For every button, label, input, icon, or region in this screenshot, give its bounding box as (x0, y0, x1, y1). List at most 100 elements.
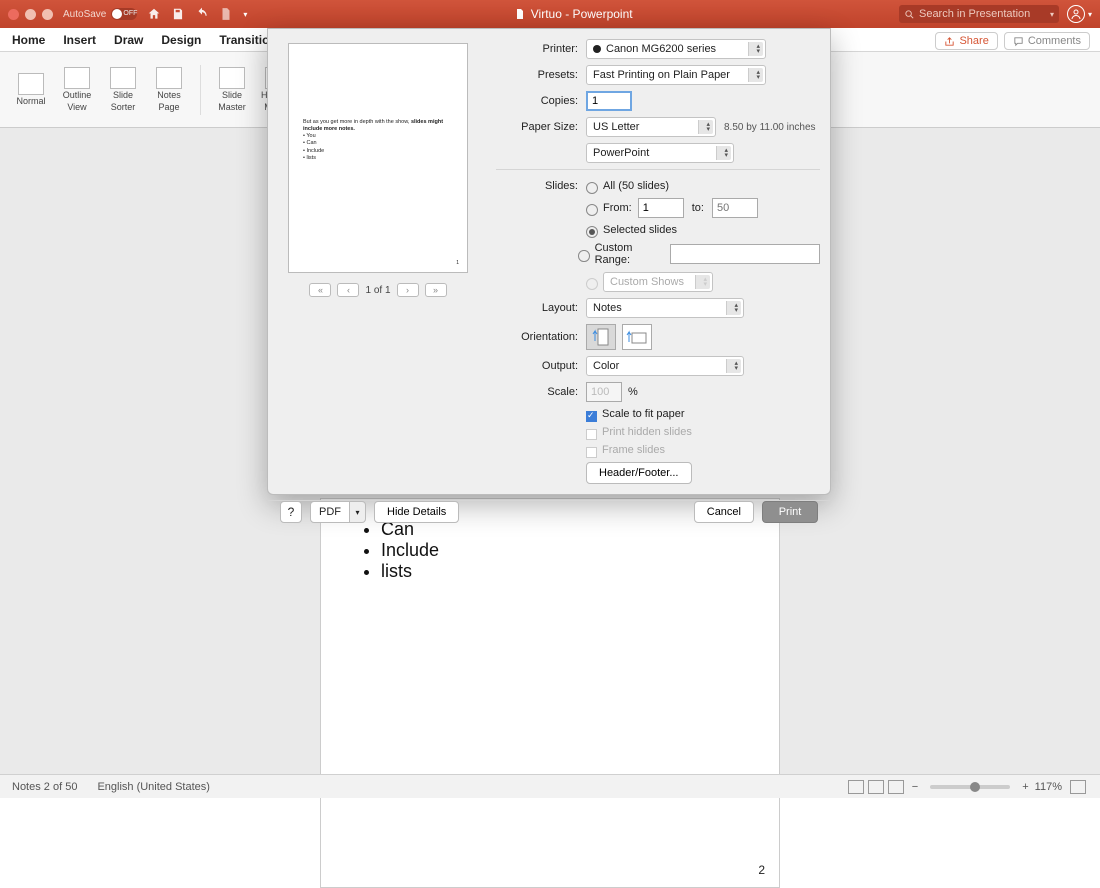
zoom-level[interactable]: 117% (1035, 781, 1062, 793)
view-mode-sorter-icon[interactable] (868, 780, 884, 794)
layout-select[interactable]: Notes▴▾ (586, 298, 744, 318)
chevron-down-icon[interactable]: ▾ (350, 501, 366, 523)
cancel-button[interactable]: Cancel (694, 501, 754, 523)
comments-button[interactable]: Comments (1004, 32, 1090, 50)
custom-range-input[interactable] (670, 244, 820, 264)
checkbox-scale-fit[interactable] (586, 411, 597, 422)
layout-label: Layout: (496, 302, 578, 314)
search-input[interactable]: Search in Presentation ▾ (899, 5, 1059, 23)
presets-select[interactable]: Fast Printing on Plain Paper▴▾ (586, 65, 766, 85)
tab-home[interactable]: Home (12, 33, 45, 47)
print-button[interactable]: Print (762, 501, 818, 523)
next-page-button[interactable]: › (397, 283, 419, 297)
preview-page: But as you get more in depth with the sh… (288, 43, 468, 273)
prev-page-button[interactable]: ‹ (337, 283, 359, 297)
autosave-toggle[interactable]: AutoSave OFF (63, 8, 137, 20)
checkbox-hidden (586, 429, 597, 440)
paper-size-label: Paper Size: (496, 121, 578, 133)
presets-label: Presets: (496, 69, 578, 81)
landscape-icon (626, 328, 648, 346)
from-label: From: (603, 202, 632, 214)
output-label: Output: (496, 360, 578, 372)
preview-pager: « ‹ 1 of 1 › » (309, 283, 446, 297)
printer-select[interactable]: Canon MG6200 series▴▾ (586, 39, 766, 59)
orientation-landscape[interactable] (622, 324, 652, 350)
orientation-label: Orientation: (496, 331, 578, 343)
home-icon[interactable] (147, 7, 161, 21)
tab-insert[interactable]: Insert (63, 33, 96, 47)
document-icon[interactable] (219, 7, 233, 21)
minimize-icon[interactable] (25, 9, 36, 20)
orientation-portrait[interactable] (586, 324, 616, 350)
search-icon (904, 9, 915, 20)
pdf-button[interactable]: PDF▾ (310, 501, 366, 523)
window-title: Virtuo - Powerpoint (247, 7, 899, 21)
view-mode-normal-icon[interactable] (848, 780, 864, 794)
status-notes-count: Notes 2 of 50 (12, 781, 77, 793)
hidden-slides-label: Print hidden slides (602, 426, 692, 438)
header-footer-button[interactable]: Header/Footer... (586, 462, 692, 484)
view-mode-reading-icon[interactable] (888, 780, 904, 794)
window-controls[interactable] (8, 9, 53, 20)
notes-page[interactable]: Can Include lists 2 (320, 498, 780, 888)
quick-access: ▾ (147, 7, 247, 21)
paper-dims: 8.50 by 11.00 inches (724, 122, 816, 133)
portrait-icon (592, 327, 610, 347)
to-input[interactable] (712, 198, 758, 218)
page-number: 2 (758, 863, 765, 877)
maximize-icon[interactable] (42, 9, 53, 20)
app-select[interactable]: PowerPoint▴▾ (586, 143, 734, 163)
save-icon[interactable] (171, 7, 185, 21)
chevron-down-icon[interactable]: ▾ (1088, 10, 1092, 19)
tab-draw[interactable]: Draw (114, 33, 143, 47)
status-language[interactable]: English (United States) (97, 781, 210, 793)
all-slides-label: All (50 slides) (603, 180, 669, 192)
scale-fit-label: Scale to fit paper (602, 408, 685, 420)
status-bar: Notes 2 of 50 English (United States) − … (0, 774, 1100, 798)
view-normal[interactable]: Normal (8, 73, 54, 107)
help-button[interactable]: ? (280, 501, 302, 523)
selected-slides-label: Selected slides (603, 224, 677, 236)
radio-custom-shows (586, 278, 598, 290)
radio-all[interactable] (586, 182, 598, 194)
zoom-slider[interactable] (930, 785, 1010, 789)
paper-size-select[interactable]: US Letter▴▾ (586, 117, 716, 137)
dialog-footer: ? PDF▾ Hide Details Cancel Print (268, 500, 830, 523)
search-placeholder: Search in Presentation (919, 8, 1030, 20)
radio-from[interactable] (586, 204, 598, 216)
zoom-in-icon[interactable]: + (1022, 781, 1028, 793)
toggle-off-icon[interactable]: OFF (111, 8, 137, 20)
tab-design[interactable]: Design (161, 33, 201, 47)
title-bar: AutoSave OFF ▾ Virtuo - Powerpoint Searc… (0, 0, 1100, 28)
user-avatar[interactable] (1067, 5, 1085, 23)
powerpoint-icon (514, 8, 526, 20)
radio-selected[interactable] (586, 226, 598, 238)
copies-input[interactable] (586, 91, 632, 111)
undo-icon[interactable] (195, 7, 209, 21)
first-page-button[interactable]: « (309, 283, 331, 297)
output-select[interactable]: Color▴▾ (586, 356, 744, 376)
print-dialog: But as you get more in depth with the sh… (267, 28, 831, 495)
to-label: to: (692, 202, 704, 214)
share-button[interactable]: Share (935, 32, 997, 50)
hide-details-button[interactable]: Hide Details (374, 501, 459, 523)
radio-custom-range[interactable] (578, 250, 589, 262)
from-input[interactable] (638, 198, 684, 218)
printer-label: Printer: (496, 43, 578, 55)
person-icon (1070, 8, 1082, 20)
last-page-button[interactable]: » (425, 283, 447, 297)
chevron-down-icon[interactable]: ▾ (1050, 10, 1054, 19)
custom-range-label: Custom Range: (595, 242, 664, 266)
close-icon[interactable] (8, 9, 19, 20)
view-slide-sorter[interactable]: SlideSorter (100, 67, 146, 113)
zoom-out-icon[interactable]: − (912, 781, 918, 793)
frame-slides-label: Frame slides (602, 444, 665, 456)
list-item: lists (381, 561, 729, 582)
fit-icon[interactable] (1070, 780, 1086, 794)
view-outline[interactable]: OutlineView (54, 67, 100, 113)
autosave-label: AutoSave (63, 9, 106, 20)
view-notes-page[interactable]: NotesPage (146, 67, 192, 113)
view-slide-master[interactable]: SlideMaster (209, 67, 255, 113)
print-preview: But as you get more in depth with the sh… (278, 39, 478, 490)
copies-label: Copies: (496, 95, 578, 107)
